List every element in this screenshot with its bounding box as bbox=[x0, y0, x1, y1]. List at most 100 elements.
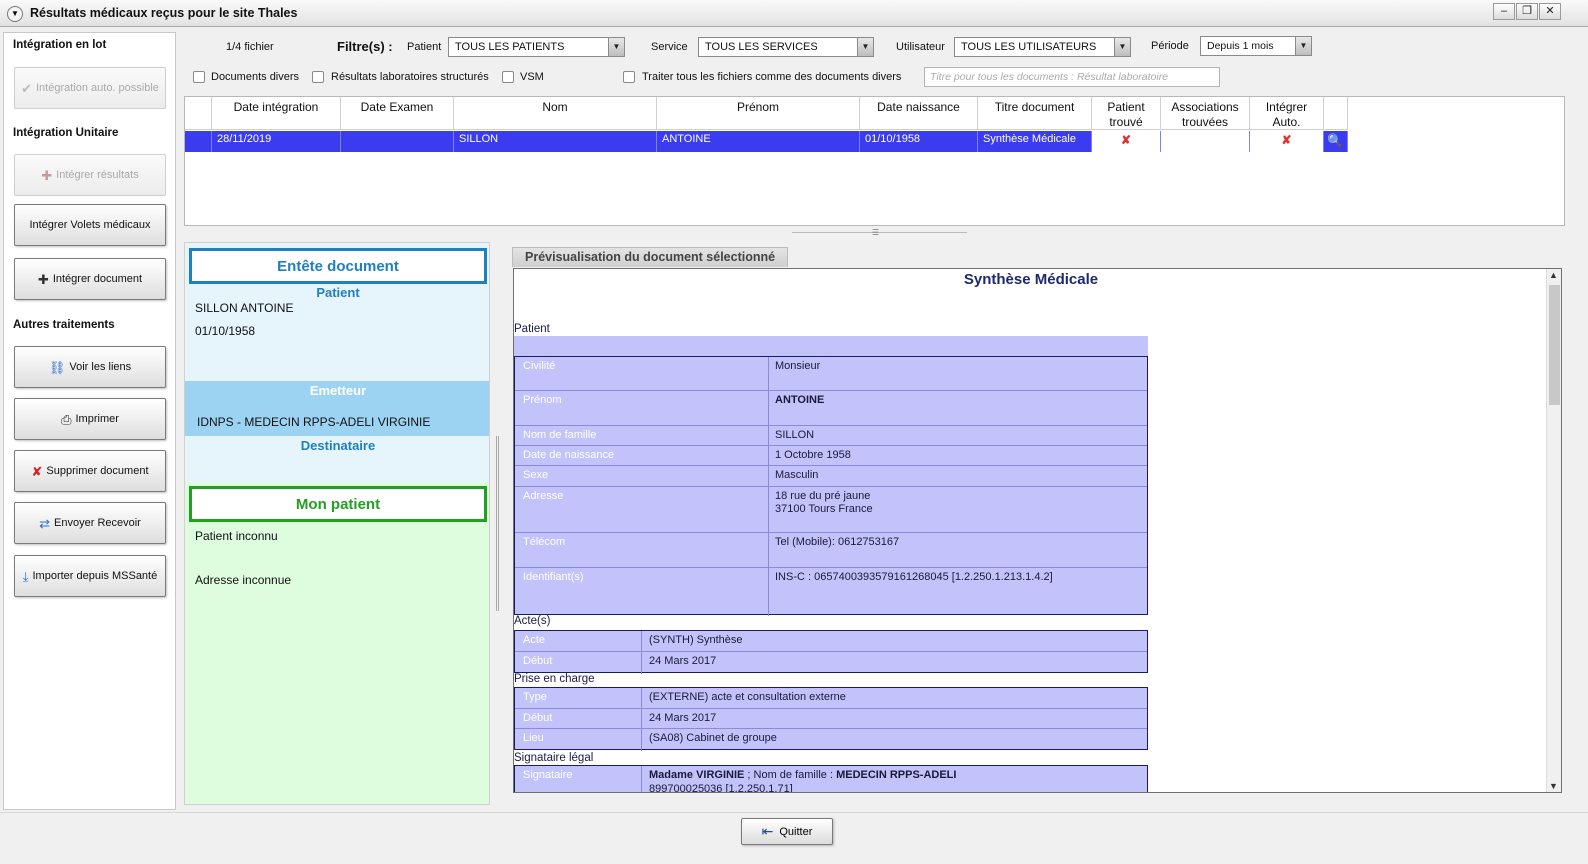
traiter-checkbox[interactable] bbox=[623, 71, 635, 83]
col-associations-l1: Associations bbox=[1171, 100, 1239, 114]
view-links-button[interactable]: ⛓ Voir les liens bbox=[14, 346, 166, 388]
import-mssante-button[interactable]: ⤓ Importer depuis MSSanté bbox=[14, 555, 166, 597]
section-integration-lot: Intégration en lot bbox=[13, 39, 107, 51]
minimize-icon[interactable]: – bbox=[1493, 3, 1515, 20]
doc-section-prise: Prise en charge bbox=[514, 673, 595, 685]
labo-checkbox[interactable] bbox=[312, 71, 324, 83]
document-header-panel: Entête document Patient SILLON ANTOINE 0… bbox=[184, 242, 490, 805]
col-preview bbox=[1324, 97, 1348, 130]
chevron-down-icon: ▼ bbox=[857, 38, 873, 56]
table-row: Télécom Tel (Mobile): 0612753167 bbox=[515, 533, 1147, 568]
chevron-down-icon: ▼ bbox=[1114, 38, 1130, 56]
entete-title: Entête document bbox=[189, 248, 487, 284]
section-autres-traitements: Autres traitements bbox=[13, 319, 115, 331]
period-filter-select[interactable]: Depuis 1 mois ▼ bbox=[1200, 36, 1312, 56]
col-associations-l2: trouvées bbox=[1181, 115, 1229, 129]
col-nom[interactable]: Nom bbox=[454, 97, 657, 130]
title-all-docs-input[interactable]: Titre pour tous les documents : Résultat… bbox=[924, 67, 1220, 87]
col-date-integration[interactable]: Date intégration bbox=[212, 97, 341, 130]
filter-panel: 1/4 fichier Filtre(s) : Patient TOUS LES… bbox=[182, 32, 1565, 94]
preview-scrollbar[interactable]: ▲ ▼ bbox=[1546, 269, 1561, 792]
col-integrer-auto[interactable]: Intégrer Auto. bbox=[1250, 97, 1324, 130]
quit-label: Quitter bbox=[779, 825, 813, 838]
cell-date-naissance: 01/10/1958 bbox=[860, 131, 978, 152]
patient-table: Civilité Monsieur Prénom ANTOINE Nom de fa… bbox=[514, 356, 1148, 616]
print-label: Imprimer bbox=[75, 413, 119, 425]
send-receive-button[interactable]: ⇄ Envoyer Recevoir bbox=[14, 502, 166, 544]
send-receive-icon: ⇄ bbox=[39, 515, 51, 531]
col-prenom[interactable]: Prénom bbox=[657, 97, 860, 130]
auto-integration-button[interactable]: ✔ Intégration auto. possible bbox=[14, 67, 166, 109]
import-icon: ⤓ bbox=[22, 568, 29, 584]
table-row: Début 24 Mars 2017 bbox=[515, 709, 1147, 729]
printer-icon: ⎙ bbox=[61, 411, 72, 427]
auto-integration-label: Intégration auto. possible bbox=[35, 82, 159, 94]
delete-document-button[interactable]: ✘ Supprimer document bbox=[14, 450, 166, 492]
table-row: Type (EXTERNE) acte et consultation exter… bbox=[515, 688, 1147, 709]
user-filter-select[interactable]: TOUS LES UTILISATEURS ▼ bbox=[954, 37, 1131, 57]
table-row: Date de naissance 1 Octobre 1958 bbox=[515, 446, 1147, 466]
close-icon[interactable]: ✕ bbox=[1539, 3, 1561, 20]
view-links-label: Voir les liens bbox=[69, 361, 132, 373]
patient-filter-label: Patient bbox=[407, 41, 442, 53]
col-patient-trouve-l2: trouvé bbox=[1109, 115, 1143, 129]
add-document-icon: ✚ bbox=[37, 271, 49, 287]
table-row: Sexe Masculin bbox=[515, 466, 1147, 487]
delete-icon: ✘ bbox=[31, 463, 43, 479]
mon-patient-line1: Patient inconnu bbox=[195, 529, 278, 543]
vsm-label: VSM bbox=[520, 71, 544, 83]
doc-title: Synthèse Médicale bbox=[963, 271, 1099, 288]
cell-prenom: ANTOINE bbox=[657, 131, 860, 152]
service-filter-label: Service bbox=[651, 41, 688, 53]
integrate-results-button[interactable]: ✚ Intégrer résultats bbox=[14, 154, 166, 196]
scroll-down-icon[interactable]: ▼ bbox=[1549, 781, 1558, 791]
window-menu-icon[interactable]: ▼ bbox=[7, 6, 23, 22]
mon-patient-line2: Adresse inconnue bbox=[195, 573, 292, 587]
horizontal-splitter[interactable]: ☰ bbox=[182, 228, 1565, 238]
cell-titre: Synthèse Médicale bbox=[978, 131, 1092, 152]
quit-button[interactable]: ⇤ Quitter bbox=[741, 818, 833, 845]
patient-label: Patient bbox=[316, 285, 360, 300]
col-titre-document[interactable]: Titre document bbox=[978, 97, 1092, 130]
emetteur-label: Emetteur bbox=[309, 383, 367, 398]
service-filter-select[interactable]: TOUS LES SERVICES ▼ bbox=[698, 37, 874, 57]
link-icon: ⛓ bbox=[48, 359, 66, 375]
row-indicator-header bbox=[185, 97, 212, 130]
emetteur-value: IDNPS - MEDECIN RPPS-ADELI VIRGINIE bbox=[197, 415, 431, 429]
integrate-volets-button[interactable]: Intégrer Volets médicaux bbox=[14, 204, 166, 246]
integrate-document-label: Intégrer document bbox=[52, 273, 143, 285]
period-filter-value: Depuis 1 mois bbox=[1207, 40, 1274, 52]
cell-date-integration: 28/11/2019 bbox=[212, 131, 341, 152]
window-title: Résultats médicaux reçus pour le site Th… bbox=[30, 6, 298, 20]
mon-patient-title: Mon patient bbox=[189, 486, 487, 522]
vertical-splitter[interactable] bbox=[496, 436, 499, 611]
file-count: 1/4 fichier bbox=[226, 41, 274, 53]
magnifier-icon[interactable]: 🔍 bbox=[1324, 131, 1348, 152]
print-button[interactable]: ⎙ Imprimer bbox=[14, 398, 166, 440]
chevron-down-icon: ▼ bbox=[608, 38, 624, 56]
table-row: Identifiant(s) INS-C : 065740039357916126… bbox=[523, 571, 1053, 583]
restore-icon[interactable]: ❐ bbox=[1516, 3, 1538, 20]
col-date-examen[interactable]: Date Examen bbox=[341, 97, 454, 130]
docs-divers-checkbox[interactable] bbox=[193, 71, 205, 83]
integrate-results-icon: ✚ bbox=[41, 167, 53, 183]
integrate-volets-label: Intégrer Volets médicaux bbox=[29, 219, 151, 231]
user-filter-value: TOUS LES UTILISATEURS bbox=[961, 41, 1097, 53]
patient-filter-select[interactable]: TOUS LES PATIENTS ▼ bbox=[448, 37, 625, 57]
scroll-thumb[interactable] bbox=[1549, 285, 1560, 405]
vsm-checkbox[interactable] bbox=[502, 71, 514, 83]
table-row[interactable]: 28/11/2019 SILLON ANTOINE 01/10/1958 Syn… bbox=[185, 131, 1348, 152]
integrate-document-button[interactable]: ✚ Intégrer document bbox=[14, 258, 166, 300]
not-found-icon: ✘ bbox=[1120, 133, 1132, 147]
service-filter-value: TOUS LES SERVICES bbox=[705, 41, 818, 53]
patient-band bbox=[514, 336, 1148, 356]
col-associations[interactable]: Associations trouvées bbox=[1161, 97, 1250, 130]
scroll-up-icon[interactable]: ▲ bbox=[1549, 270, 1558, 280]
cell-integrer-auto: ✘ bbox=[1250, 131, 1324, 152]
col-integrer-auto-l2: Auto. bbox=[1272, 115, 1301, 129]
col-patient-trouve[interactable]: Patient trouvé bbox=[1092, 97, 1161, 130]
col-date-naissance[interactable]: Date naissance bbox=[860, 97, 978, 130]
doc-section-patient: Patient bbox=[514, 323, 550, 335]
exit-arrow-icon: ⇤ bbox=[761, 823, 774, 839]
cell-associations bbox=[1161, 131, 1250, 152]
